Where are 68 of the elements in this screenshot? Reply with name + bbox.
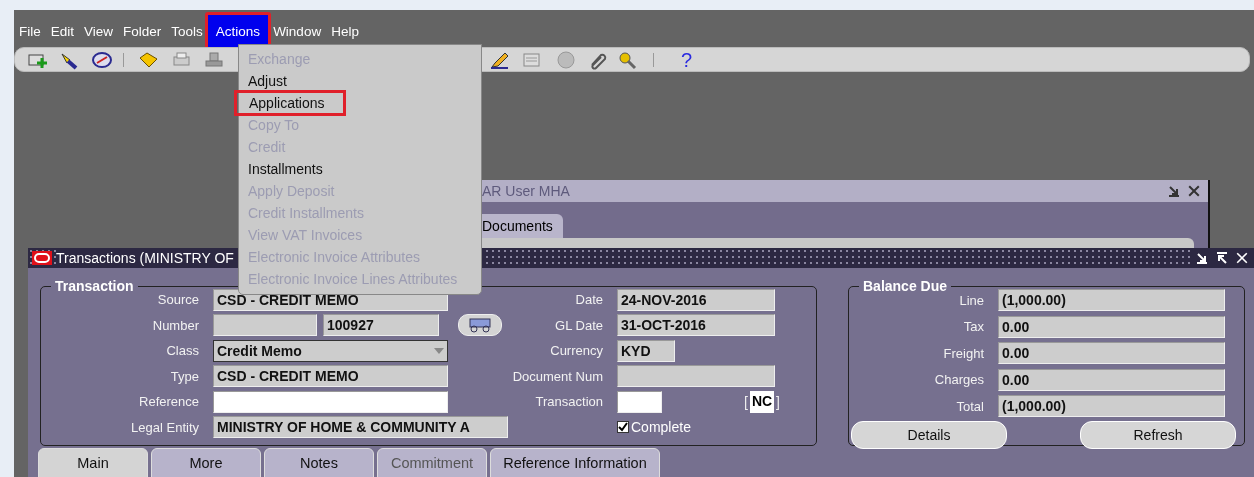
logo-icon bbox=[32, 251, 52, 265]
field-label: Date bbox=[574, 292, 603, 308]
field-label: Source bbox=[156, 292, 199, 308]
code-field[interactable]: NC bbox=[749, 390, 774, 413]
field-label: Line bbox=[958, 292, 984, 308]
window-title: AR User MHA bbox=[482, 183, 570, 199]
minimize-icon[interactable] bbox=[1194, 250, 1210, 266]
pencil-icon[interactable] bbox=[489, 50, 511, 70]
tab[interactable]: More bbox=[151, 448, 261, 477]
text-field[interactable]: 0.00 bbox=[998, 315, 1225, 338]
maximize-icon[interactable] bbox=[1214, 250, 1230, 266]
text-field[interactable]: 0.00 bbox=[998, 342, 1225, 365]
menu-item[interactable]: Folder bbox=[118, 19, 167, 43]
bracket: [ bbox=[744, 393, 748, 410]
checkbox-label: Complete bbox=[631, 419, 691, 436]
field-label: Reference bbox=[138, 394, 199, 410]
caret-icon bbox=[434, 347, 444, 354]
input-field[interactable] bbox=[213, 390, 448, 413]
text-field[interactable]: (1,000.00) bbox=[998, 289, 1225, 312]
bracket: ] bbox=[775, 393, 780, 410]
field-label: GL Date bbox=[554, 317, 603, 333]
menu-item[interactable]: File bbox=[14, 19, 46, 43]
text-field[interactable]: 0.00 bbox=[998, 368, 1225, 391]
text-field[interactable]: KYD bbox=[617, 339, 675, 362]
field-label: Legal Entity bbox=[130, 419, 199, 435]
field-label: Currency bbox=[549, 343, 603, 359]
menu-item[interactable]: Adjust bbox=[238, 70, 299, 92]
close-icon[interactable] bbox=[1186, 183, 1202, 199]
field-label: Type bbox=[169, 368, 199, 384]
menu-item[interactable]: Applications bbox=[234, 90, 346, 116]
text-field[interactable]: 24-NOV-2016 bbox=[617, 288, 775, 311]
checkbox[interactable] bbox=[617, 421, 629, 434]
field-label: Charges bbox=[933, 372, 984, 388]
field-label: Number bbox=[151, 317, 199, 333]
field-label: Freight bbox=[942, 345, 984, 361]
menu-item[interactable]: Edit bbox=[45, 19, 80, 43]
text-field[interactable]: 100927 bbox=[323, 314, 439, 337]
dropdown[interactable]: Credit Memo bbox=[213, 339, 448, 362]
field-label: Transaction bbox=[534, 394, 603, 410]
text-field[interactable]: 31-OCT-2016 bbox=[617, 314, 775, 337]
field-label: Document Num bbox=[511, 368, 603, 384]
form-button[interactable]: Refresh bbox=[1080, 420, 1236, 449]
compass-icon[interactable] bbox=[91, 50, 113, 70]
lookup-button[interactable] bbox=[458, 314, 502, 337]
text-field[interactable] bbox=[617, 365, 775, 388]
field-label: Class bbox=[165, 343, 199, 359]
input-field[interactable] bbox=[617, 390, 662, 413]
form-button[interactable]: Details bbox=[851, 420, 1007, 449]
tab[interactable]: Notes bbox=[264, 448, 374, 477]
text-field[interactable]: MINISTRY OF HOME & COMMUNITY A bbox=[213, 416, 508, 439]
field-label: Total bbox=[955, 398, 984, 414]
text-field[interactable]: (1,000.00) bbox=[998, 395, 1225, 418]
text-field[interactable]: CSD - CREDIT MEMO bbox=[213, 365, 448, 388]
tab[interactable]: Main bbox=[38, 448, 148, 477]
group-title: Transaction bbox=[54, 278, 135, 294]
minimize-icon[interactable] bbox=[1166, 183, 1182, 199]
field-label: Tax bbox=[962, 319, 984, 335]
help-button[interactable]: ? bbox=[681, 48, 693, 72]
stamp-icon[interactable] bbox=[203, 50, 225, 70]
group-title: Balance Due bbox=[862, 278, 949, 294]
window-title: Transactions (MINISTRY OF bbox=[56, 250, 238, 266]
text-field[interactable] bbox=[213, 314, 317, 337]
close-icon[interactable] bbox=[1234, 250, 1250, 266]
menu-item[interactable]: View bbox=[79, 19, 119, 43]
tab[interactable]: Reference Information bbox=[490, 448, 660, 477]
tab[interactable]: Documents bbox=[482, 214, 563, 238]
menu-item[interactable]: Installments bbox=[238, 158, 335, 180]
menu-item[interactable]: Help bbox=[326, 19, 364, 43]
